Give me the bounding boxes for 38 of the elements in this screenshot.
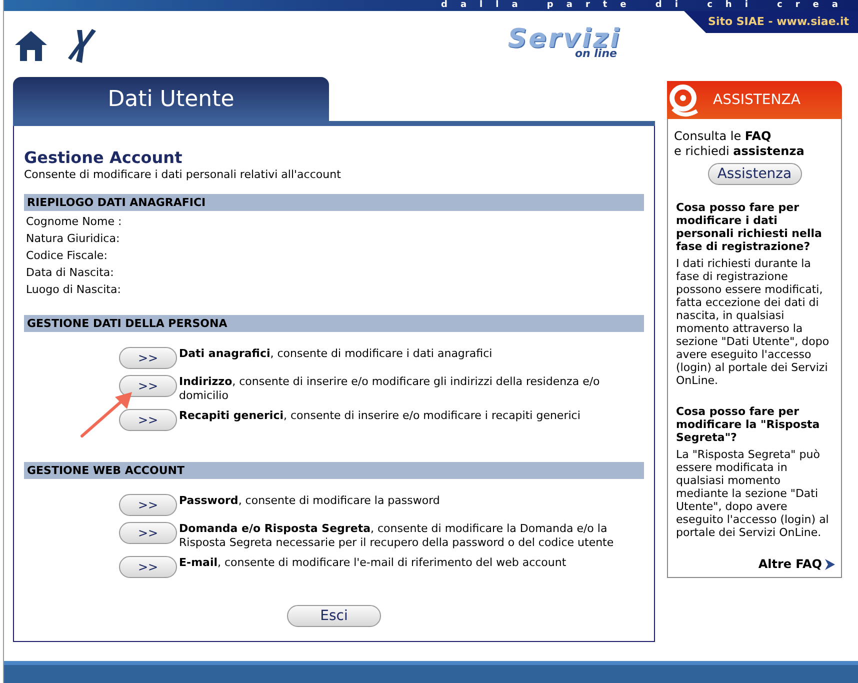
field-label: Data di Nascita: xyxy=(25,265,115,281)
faq-answer: I dati richiesti durante la fase di registrazione possono essere modificati, fatta eccezione dei dati di nascita, in qualsiasi momento attraverso la sezione "Dati Utente", dopo avere eseguito l'accesso (login) al portale dei Servizi OnLine. xyxy=(676,257,830,387)
assistance-button[interactable]: Assistenza xyxy=(708,163,802,185)
action-description: Indirizzo, consente di inserire e/o modificare gli indirizzi della residenza e/o domicilio xyxy=(179,375,601,403)
field-label: Natura Giuridica: xyxy=(25,231,121,247)
go-button[interactable]: >> xyxy=(119,522,177,544)
section-title: Gestione Account xyxy=(24,148,184,167)
at-sign-icon xyxy=(669,83,699,117)
go-button[interactable]: >> xyxy=(119,375,177,397)
section-heading: GESTIONE DATI DELLA PERSONA xyxy=(24,315,644,332)
section-heading: GESTIONE WEB ACCOUNT xyxy=(24,462,644,479)
go-button[interactable]: >> xyxy=(119,409,177,431)
action-description: Recapiti generici, consente di inserire e/o modificare i recapiti generici xyxy=(179,409,582,423)
go-button[interactable]: >> xyxy=(119,347,177,369)
more-faq-link[interactable]: Altre FAQ xyxy=(758,557,835,571)
section-heading: RIEPILOGO DATI ANAGRAFICI xyxy=(24,194,644,211)
faq-question: Cosa posso fare per modificare la "Risposta Segreta"? xyxy=(676,405,821,444)
intro-text: Consulta le FAQ xyxy=(674,129,772,144)
site-link[interactable]: Sito SIAE - www.siae.it xyxy=(684,11,858,33)
field-label: Cognome Nome : xyxy=(25,214,123,230)
action-description: Dati anagrafici, consente di modificare i dati anagrafici xyxy=(179,347,494,361)
faq-question: Cosa posso fare per modificare i dati personali richiesti nella fase di registrazione? xyxy=(676,201,823,253)
go-button[interactable]: >> xyxy=(119,556,177,578)
intro-text: e richiedi assistenza xyxy=(674,144,806,159)
section-subtitle: Consente di modificare i dati personali relativi all'account xyxy=(24,168,342,181)
action-description: Password, consente di modificare la password xyxy=(179,494,441,508)
tagline: dalla parte di chi crea xyxy=(441,0,851,11)
exit-button[interactable]: Esci xyxy=(287,605,381,627)
field-label: Codice Fiscale: xyxy=(25,248,108,264)
go-button[interactable]: >> xyxy=(119,494,177,516)
action-description: Domanda e/o Risposta Segreta, consente di modificare la Domanda e/o la Risposta Segreta necessarie per il recupero della password o del codice utente xyxy=(179,522,615,550)
assistance-title: ASSISTENZA xyxy=(713,92,800,108)
field-label: Luogo di Nascita: xyxy=(25,282,122,298)
action-description: E-mail, consente di modificare l'e-mail di riferimento del web account xyxy=(179,556,568,570)
chevron-right-icon xyxy=(825,558,835,570)
annotation-arrow xyxy=(80,392,132,438)
home-icon[interactable] xyxy=(14,30,48,62)
faq-answer: La "Risposta Segreta" può essere modificata in qualsiasi momento mediante la sezione "Dati Utente", dopo avere eseguito l'accesso (login) al portale dei Servizi OnLine. xyxy=(676,448,830,539)
